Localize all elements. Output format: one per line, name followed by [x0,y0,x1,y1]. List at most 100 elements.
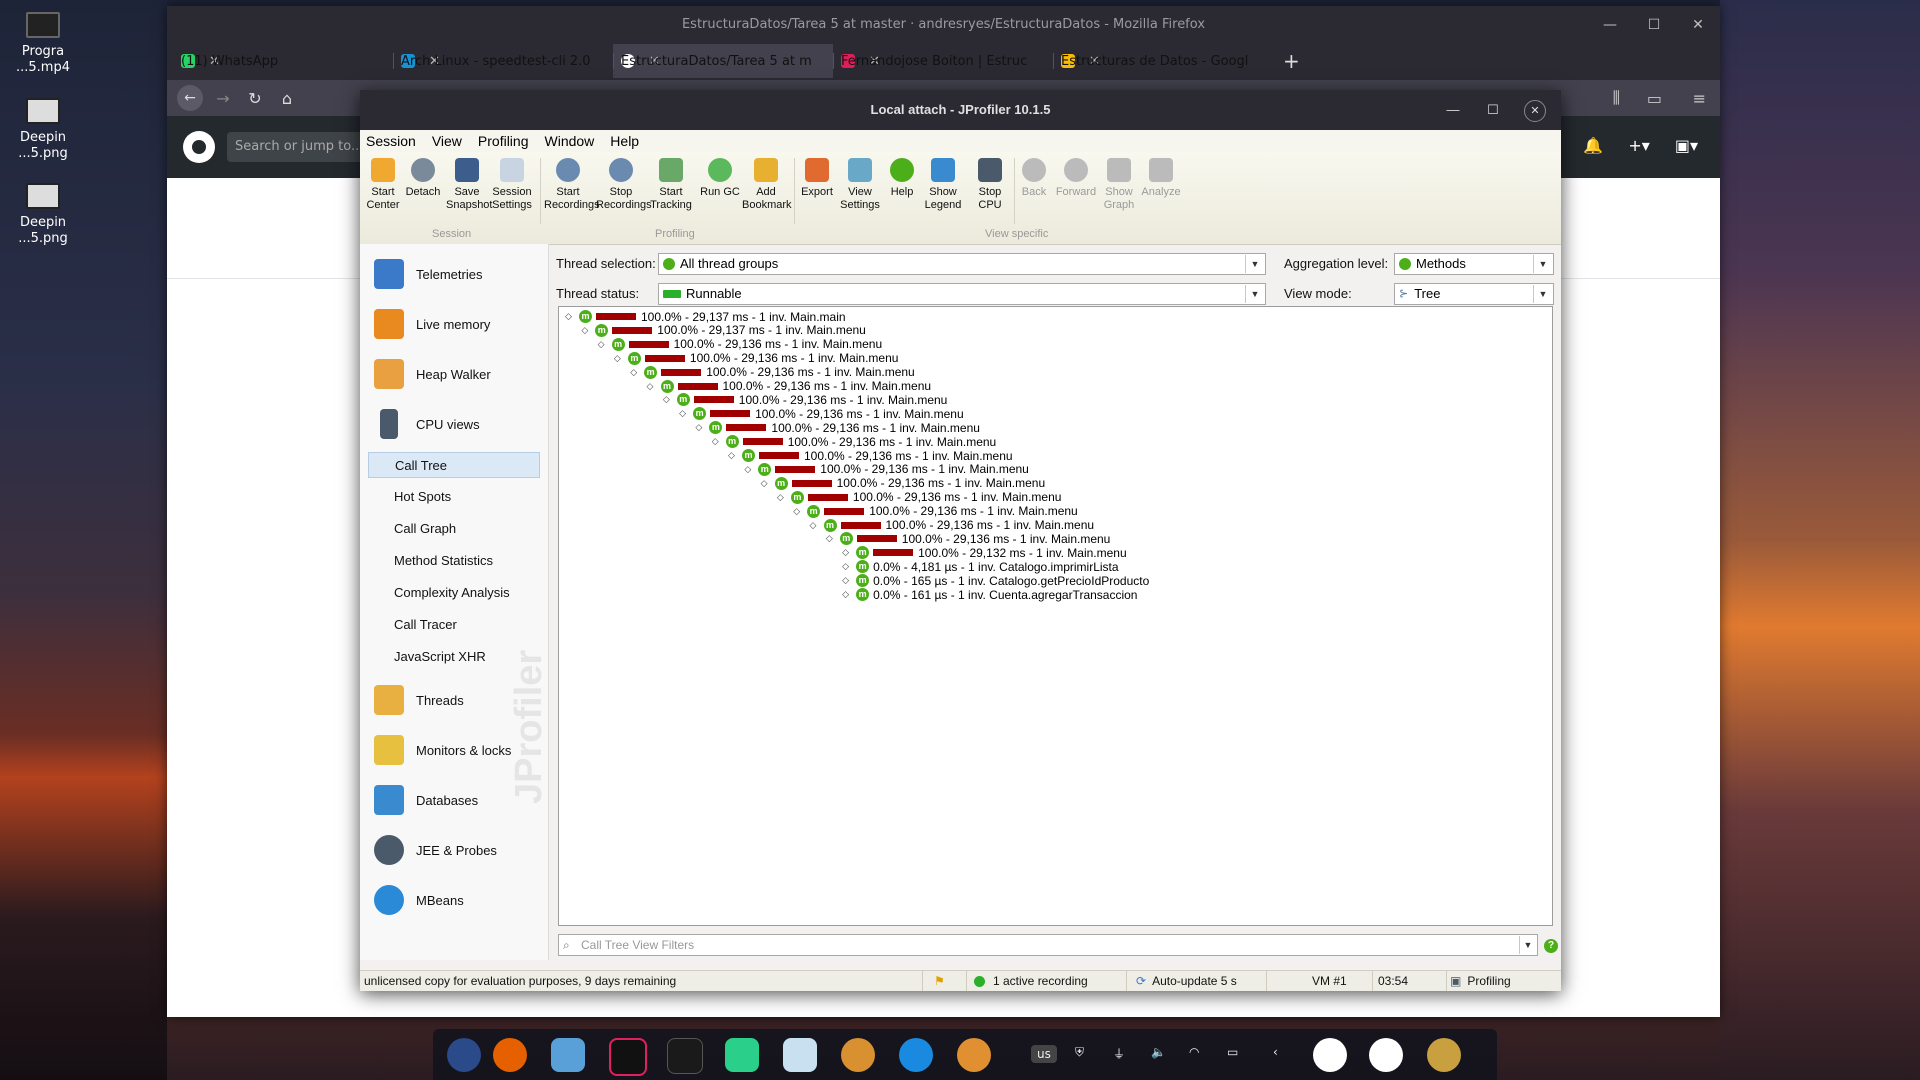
nav-live-memory[interactable]: Live memory [374,304,490,344]
reload-icon[interactable]: ↻ [239,89,271,108]
call-tree-row[interactable]: ◇ m 0.0% - 161 µs - 1 inv. Cuenta.agregarT… [840,586,1137,603]
desktop-file-icon[interactable]: Deepin ...5.png [12,98,74,162]
save-snapshot-button[interactable]: Save Snapshot [446,158,492,212]
autoupdate-status[interactable]: ⟳ Auto-update 5 s [1136,973,1237,989]
start-recordings-button[interactable]: Start Recordings [544,158,600,212]
image-viewer-icon[interactable] [783,1038,817,1072]
expand-toggle-icon[interactable]: ◇ [677,408,688,419]
power-icon[interactable] [1313,1038,1347,1072]
nav-call-tree[interactable]: Call Tree [368,452,540,478]
expand-toggle-icon[interactable]: ◇ [579,325,590,336]
expand-toggle-icon[interactable]: ◇ [742,464,753,475]
expand-toggle-icon[interactable]: ◇ [824,533,835,544]
browser-tab[interactable]: (11) WhatsApp ✕ [173,44,393,78]
expand-toggle-icon[interactable]: ◇ [612,353,623,364]
thread-status-dropdown[interactable]: Runnable ▼ [658,283,1266,305]
clock-icon[interactable] [1369,1038,1403,1072]
expand-toggle-icon[interactable]: ◇ [563,311,574,322]
plus-icon[interactable]: +▾ [1628,136,1649,155]
detach-button[interactable]: Detach [404,158,442,199]
show-legend-button[interactable]: Show Legend [922,158,964,212]
maximize-icon[interactable]: ☐ [1473,90,1513,130]
usb-icon[interactable]: ⏚ [1113,1045,1125,1062]
browser-tab[interactable]: Arch Linux - speedtest-cli 2.0 ✕ [393,44,613,78]
minimize-icon[interactable]: — [1433,90,1473,130]
chevron-left-icon[interactable]: ‹ [1273,1045,1278,1059]
stop-recordings-button[interactable]: Stop Recordings [596,158,652,212]
expand-toggle-icon[interactable]: ◇ [596,339,607,350]
menu-window[interactable]: Window [545,133,595,149]
desktop-icon[interactable] [1427,1038,1461,1072]
recording-status[interactable]: 1 active recording [974,973,1088,989]
thread-selection-dropdown[interactable]: All thread groups ▼ [658,253,1266,275]
bell-icon[interactable]: 🔔 [1583,136,1603,155]
expand-toggle-icon[interactable]: ◇ [661,394,672,405]
expand-toggle-icon[interactable]: ◇ [840,561,851,572]
stop-cpu-button[interactable]: Stop CPU [972,158,1008,212]
expand-toggle-icon[interactable]: ◇ [693,422,704,433]
add-bookmark-button[interactable]: Add Bookmark [742,158,792,212]
view-mode-dropdown[interactable]: ⊱ Tree ▼ [1394,283,1554,305]
close-icon[interactable]: ✕ [1676,6,1720,44]
library-icon[interactable]: ⫼ [1613,88,1620,108]
forward-icon[interactable]: → [207,89,239,108]
menu-icon[interactable]: ≡ [1693,89,1706,108]
file-manager-icon[interactable] [551,1038,585,1072]
nav-jee-probes[interactable]: JEE & Probes [374,830,497,870]
nav-telemetries[interactable]: Telemetries [374,254,482,294]
run-gc-button[interactable]: Run GC [700,158,740,199]
aggregation-level-dropdown[interactable]: Methods ▼ [1394,253,1554,275]
show-graph-button[interactable]: Show Graph [1100,158,1138,212]
keyboard-layout[interactable]: us [1031,1045,1057,1063]
browser-tab[interactable]: Fernandojose Boiton | Estruc ✕ [833,44,1053,78]
firefox-icon[interactable] [493,1038,527,1072]
nav-mbeans[interactable]: MBeans [374,880,464,920]
filter-help-icon[interactable]: ? [1544,939,1558,953]
menu-help[interactable]: Help [610,133,639,149]
sidebar-icon[interactable]: ▭ [1647,89,1662,108]
shield-icon[interactable]: ⛨ [1075,1045,1084,1060]
nav-threads[interactable]: Threads [374,680,464,720]
menu-profiling[interactable]: Profiling [478,133,529,149]
menu-view[interactable]: View [432,133,462,149]
battery-icon[interactable]: ▭ [1227,1045,1238,1059]
nav-hot-spots[interactable]: Hot Spots [368,484,540,510]
app-icon[interactable] [725,1038,759,1072]
menu-session[interactable]: Session [366,133,416,149]
expand-toggle-icon[interactable]: ◇ [775,492,786,503]
nav-heap-walker[interactable]: Heap Walker [374,354,491,394]
nav-call-graph[interactable]: Call Graph [368,516,540,542]
wifi-icon[interactable]: ◠ [1189,1045,1199,1059]
nav-databases[interactable]: Databases [374,780,478,820]
back-button[interactable]: Back [1016,158,1052,199]
browser-tab-active[interactable]: EstructuraDatos/Tarea 5 at m ✕ [613,44,833,78]
volume-icon[interactable]: 🔈 [1151,1045,1166,1059]
expand-toggle-icon[interactable]: ◇ [791,506,802,517]
terminal-icon[interactable] [667,1038,703,1074]
desktop-file-icon[interactable]: Progra ...5.mp4 [12,12,74,76]
back-icon[interactable]: ← [177,85,203,111]
jprofiler-icon[interactable] [957,1038,991,1072]
expand-toggle-icon[interactable]: ◇ [840,589,851,600]
help-button[interactable]: Help [884,158,920,199]
expand-toggle-icon[interactable]: ◇ [628,367,639,378]
intellij-icon[interactable] [609,1038,647,1076]
view-settings-button[interactable]: View Settings [838,158,882,212]
session-settings-button[interactable]: Session Settings [490,158,534,212]
export-button[interactable]: Export [798,158,836,199]
forward-button[interactable]: Forward [1054,158,1098,199]
helm-icon[interactable] [841,1038,875,1072]
expand-toggle-icon[interactable]: ◇ [840,547,851,558]
call-tree-filter-input[interactable]: ⌕ Call Tree View Filters ▼ [558,934,1538,956]
maximize-icon[interactable]: ☐ [1632,6,1676,44]
chevron-down-icon[interactable]: ▼ [1519,936,1536,954]
start-center-button[interactable]: Start Center [364,158,402,212]
expand-toggle-icon[interactable]: ◇ [759,478,770,489]
home-icon[interactable]: ⌂ [271,89,303,108]
nav-monitors-locks[interactable]: Monitors & locks [374,730,511,770]
nav-complexity-analysis[interactable]: Complexity Analysis [368,580,540,606]
expand-toggle-icon[interactable]: ◇ [726,450,737,461]
close-icon[interactable]: ✕ [1515,90,1555,130]
nav-method-statistics[interactable]: Method Statistics [368,548,540,574]
expand-toggle-icon[interactable]: ◇ [710,436,721,447]
